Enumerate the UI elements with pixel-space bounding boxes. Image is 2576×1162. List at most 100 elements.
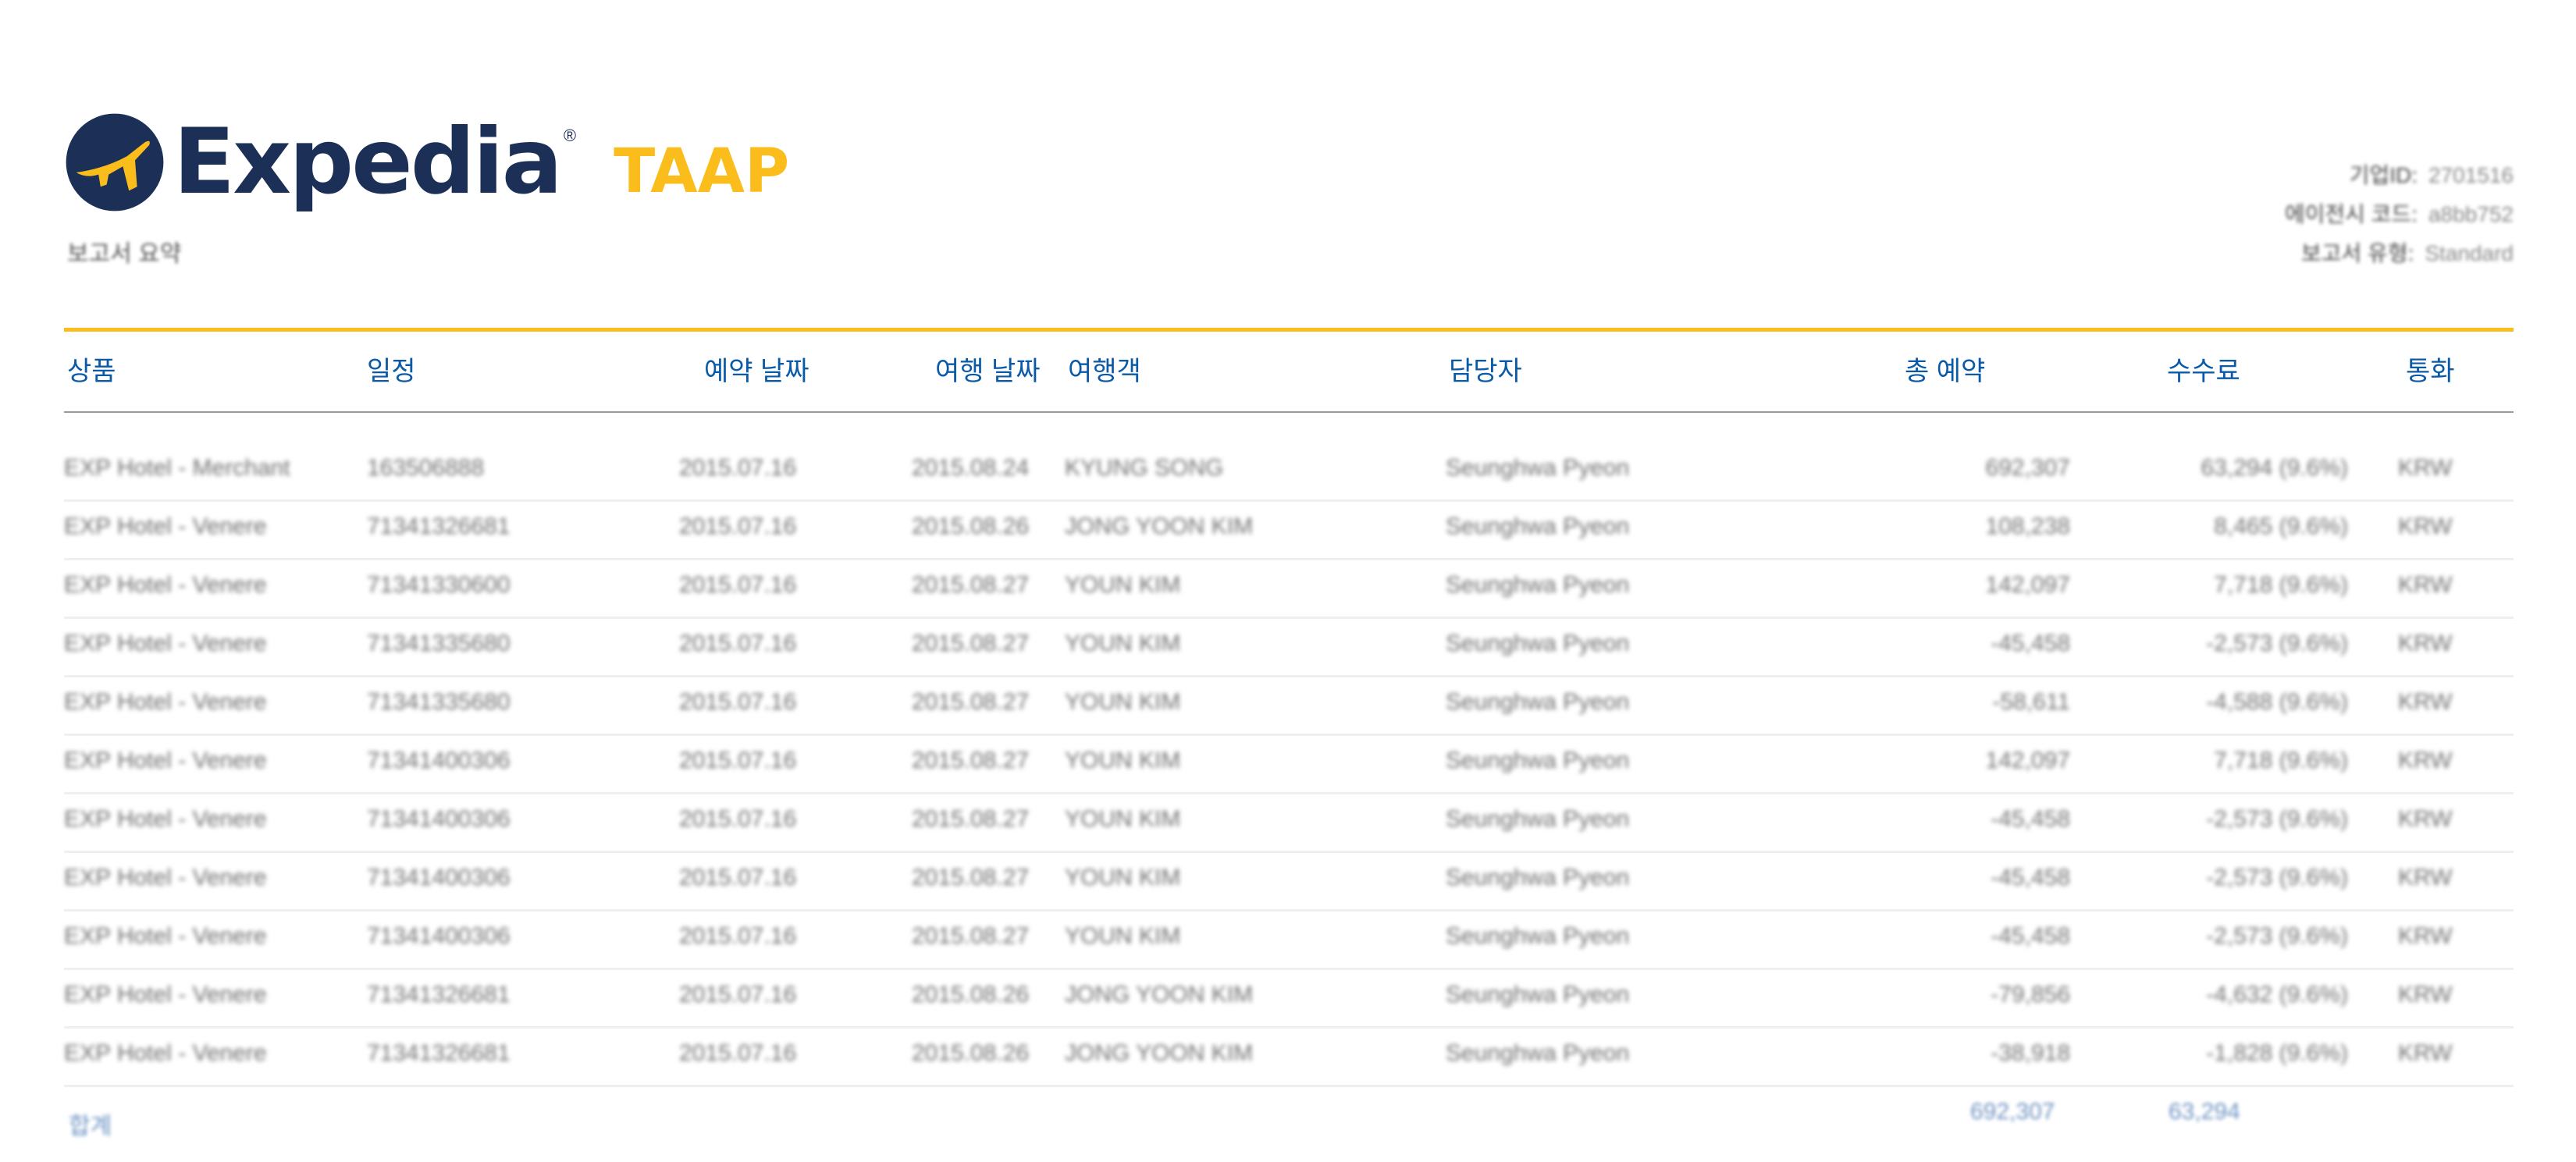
- cell-itinerary: 71341335680: [367, 689, 511, 715]
- cell-currency: KRW: [2398, 748, 2453, 773]
- cell-total-booking: -45,458: [1991, 865, 2070, 890]
- cell-agent: Seunghwa Pyeon: [1446, 572, 1630, 598]
- totals-booking: 692,307: [1970, 1099, 2055, 1125]
- cell-travel-date: 2015.08.27: [912, 748, 1030, 773]
- cell-traveler: JONG YOON KIM: [1065, 982, 1254, 1007]
- cell-commission: 7,718 (9.6%): [2214, 572, 2348, 598]
- cell-currency: KRW: [2398, 689, 2453, 715]
- cell-product: EXP Hotel - Venere: [64, 806, 267, 832]
- cell-itinerary: 71341326681: [367, 982, 511, 1007]
- cell-traveler: KYUNG SONG: [1065, 455, 1224, 481]
- cell-travel-date: 2015.08.26: [912, 1040, 1030, 1066]
- cell-itinerary: 71341400306: [367, 748, 511, 773]
- cell-travel-date: 2015.08.24: [912, 455, 1030, 481]
- cell-agent: Seunghwa Pyeon: [1446, 806, 1630, 832]
- cell-traveler: YOUN KIM: [1065, 631, 1181, 656]
- cell-commission: 8,465 (9.6%): [2214, 513, 2348, 539]
- table-row: EXP Hotel - Venere 71341400306 2015.07.16 2…: [64, 792, 2514, 853]
- cell-commission: -4,588 (9.6%): [2206, 689, 2348, 715]
- cell-total-booking: -79,856: [1991, 982, 2070, 1007]
- cell-product: EXP Hotel - Venere: [64, 631, 267, 656]
- cell-booking-date: 2015.07.16: [679, 631, 797, 656]
- cell-total-booking: -38,918: [1991, 1040, 2070, 1066]
- header-currency: 통화: [2406, 357, 2455, 386]
- cell-product: EXP Hotel - Venere: [64, 689, 267, 715]
- table-row: EXP Hotel - Venere 71341326681 2015.07.16 2…: [64, 1026, 2514, 1087]
- cell-booking-date: 2015.07.16: [679, 572, 797, 598]
- cell-booking-date: 2015.07.16: [679, 1040, 797, 1066]
- registered-mark: ®: [563, 126, 577, 145]
- cell-commission: 63,294 (9.6%): [2201, 455, 2348, 481]
- cell-currency: KRW: [2398, 923, 2453, 949]
- cell-traveler: JONG YOON KIM: [1065, 1040, 1254, 1066]
- brand-suffix: TAAP: [614, 137, 790, 207]
- expedia-globe-icon: [66, 113, 164, 211]
- cell-traveler: YOUN KIM: [1065, 572, 1181, 598]
- cell-booking-date: 2015.07.16: [679, 513, 797, 539]
- cell-traveler: YOUN KIM: [1065, 748, 1181, 773]
- table-row: EXP Hotel - Venere 71341400306 2015.07.16 2…: [64, 851, 2514, 911]
- cell-product: EXP Hotel - Venere: [64, 572, 267, 598]
- cell-itinerary: 71341330600: [367, 572, 511, 598]
- cell-travel-date: 2015.08.26: [912, 513, 1030, 539]
- cell-itinerary: 71341326681: [367, 513, 511, 539]
- cell-commission: -1,828 (9.6%): [2206, 1040, 2348, 1066]
- cell-total-booking: 142,097: [1985, 748, 2070, 773]
- cell-booking-date: 2015.07.16: [679, 748, 797, 773]
- table-row: EXP Hotel - Venere 71341400306 2015.07.16 2…: [64, 734, 2514, 794]
- cell-total-booking: -58,611: [1992, 689, 2070, 715]
- cell-product: EXP Hotel - Merchant: [64, 455, 290, 481]
- cell-agent: Seunghwa Pyeon: [1446, 1040, 1630, 1066]
- cell-agent: Seunghwa Pyeon: [1446, 923, 1630, 949]
- expedia-taap-logo: Expedia ® TAAP: [64, 100, 789, 225]
- table-header-rule: [64, 411, 2514, 413]
- cell-agent: Seunghwa Pyeon: [1446, 982, 1630, 1007]
- cell-travel-date: 2015.08.27: [912, 865, 1030, 890]
- cell-travel-date: 2015.08.27: [912, 631, 1030, 656]
- header-itinerary: 일정: [367, 357, 416, 386]
- header-product: 상품: [67, 357, 116, 386]
- cell-total-booking: -45,458: [1991, 806, 2070, 832]
- header-travel-date: 여행 날짜: [935, 357, 1041, 386]
- cell-currency: KRW: [2398, 982, 2453, 1007]
- cell-booking-date: 2015.07.16: [679, 982, 797, 1007]
- cell-traveler: YOUN KIM: [1065, 865, 1181, 890]
- cell-agent: Seunghwa Pyeon: [1446, 513, 1630, 539]
- cell-commission: -2,573 (9.6%): [2206, 631, 2348, 656]
- cell-currency: KRW: [2398, 806, 2453, 832]
- cell-commission: -2,573 (9.6%): [2206, 865, 2348, 890]
- cell-product: EXP Hotel - Venere: [64, 748, 267, 773]
- totals-label: 합계: [69, 1114, 112, 1139]
- header-booking-date: 예약 날짜: [704, 357, 809, 386]
- report-meta: 기업ID: 2701516 에이전시 코드: a8bb752 보고서 유형: Stan…: [2285, 156, 2514, 273]
- header-divider: [64, 328, 2514, 332]
- report-label: 보고서 요약: [67, 241, 182, 267]
- table-row: EXP Hotel - Venere 71341335680 2015.07.16 2…: [64, 617, 2514, 677]
- cell-total-booking: 692,307: [1985, 455, 2070, 481]
- cell-currency: KRW: [2398, 865, 2453, 890]
- table-row: EXP Hotel - Merchant 163506888 2015.07.16 2…: [64, 441, 2514, 502]
- cell-total-booking: 142,097: [1985, 572, 2070, 598]
- header-commission: 수수료: [2167, 357, 2240, 386]
- cell-agent: Seunghwa Pyeon: [1446, 689, 1630, 715]
- cell-booking-date: 2015.07.16: [679, 689, 797, 715]
- cell-booking-date: 2015.07.16: [679, 455, 797, 481]
- cell-booking-date: 2015.07.16: [679, 923, 797, 949]
- cell-product: EXP Hotel - Venere: [64, 865, 267, 890]
- table-row: EXP Hotel - Venere 71341330600 2015.07.16 2…: [64, 558, 2514, 619]
- table-row: EXP Hotel - Venere 71341400306 2015.07.16 2…: [64, 909, 2514, 970]
- cell-product: EXP Hotel - Venere: [64, 982, 267, 1007]
- cell-currency: KRW: [2398, 513, 2453, 539]
- cell-currency: KRW: [2398, 631, 2453, 656]
- cell-itinerary: 71341335680: [367, 631, 511, 656]
- cell-itinerary: 71341400306: [367, 923, 511, 949]
- table-row: EXP Hotel - Venere 71341326681 2015.07.16 2…: [64, 499, 2514, 560]
- cell-total-booking: -45,458: [1991, 923, 2070, 949]
- cell-travel-date: 2015.08.26: [912, 982, 1030, 1007]
- cell-commission: -2,573 (9.6%): [2206, 923, 2348, 949]
- meta-line: 기업ID: 2701516: [2349, 163, 2514, 187]
- cell-product: EXP Hotel - Venere: [64, 1040, 267, 1066]
- cell-agent: Seunghwa Pyeon: [1446, 631, 1630, 656]
- cell-traveler: YOUN KIM: [1065, 806, 1181, 832]
- cell-commission: -2,573 (9.6%): [2206, 806, 2348, 832]
